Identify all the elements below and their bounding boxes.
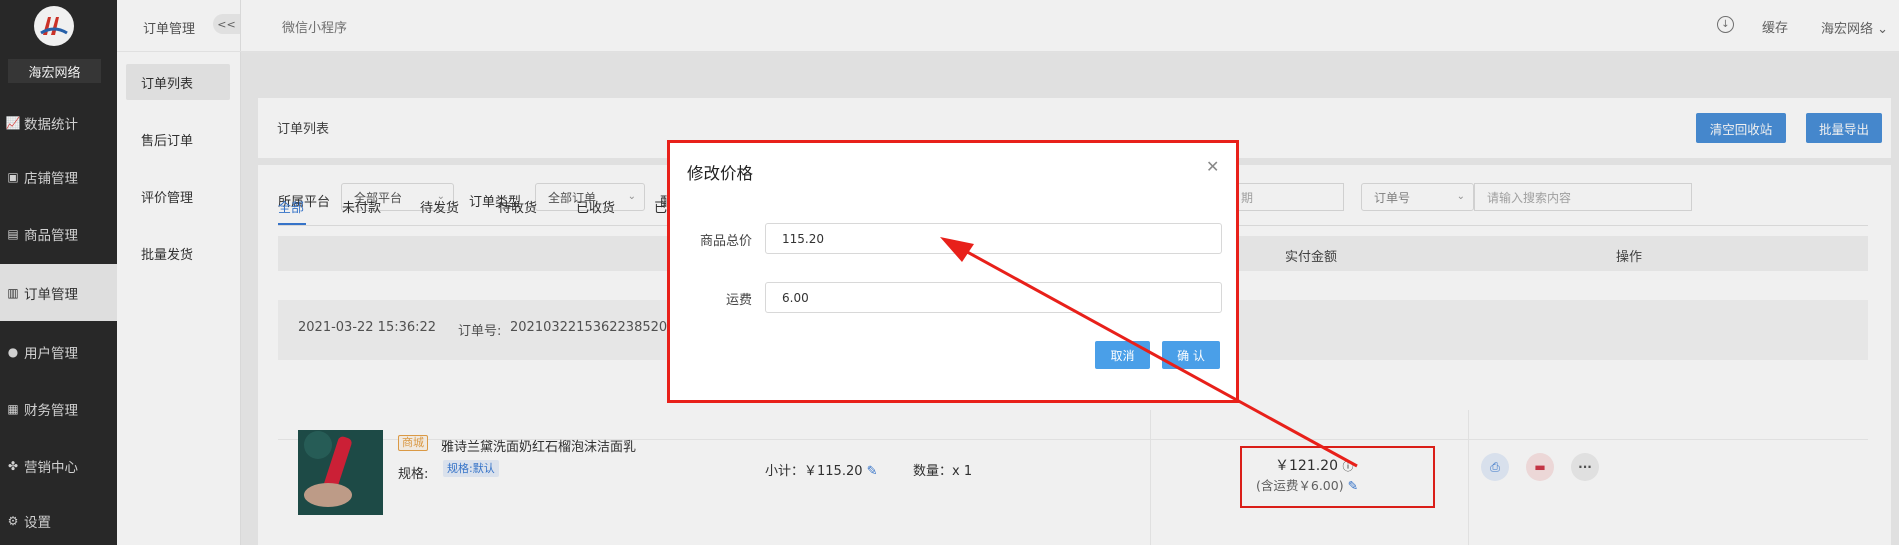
total-price-input[interactable]: 115.20: [765, 223, 1222, 254]
close-icon[interactable]: ✕: [1206, 157, 1219, 176]
total-price-label: 商品总价: [699, 234, 752, 249]
confirm-button[interactable]: 确 认: [1162, 341, 1220, 369]
freight-label: 运费: [725, 293, 752, 308]
freight-input[interactable]: 6.00: [765, 282, 1222, 313]
edit-price-dialog: 修改价格 ✕ 商品总价 115.20 运费 6.00 取消 确 认: [667, 140, 1239, 403]
cancel-button[interactable]: 取消: [1095, 341, 1150, 369]
dialog-title: 修改价格: [687, 164, 753, 183]
